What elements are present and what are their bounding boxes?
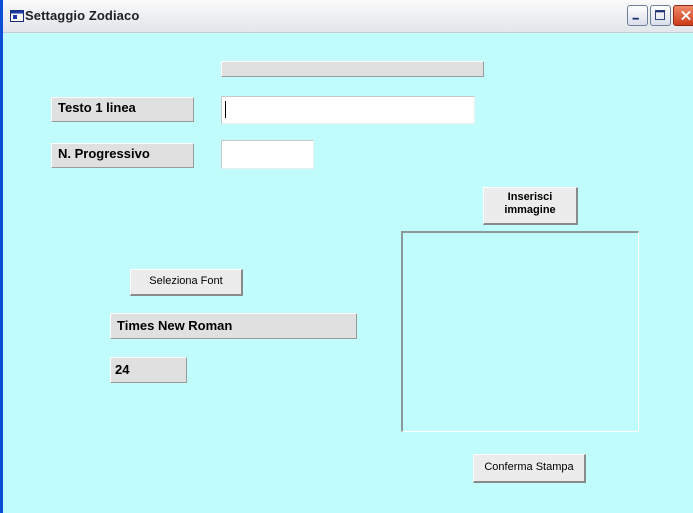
insert-image-label-1: Inserisci	[507, 191, 553, 203]
text-line-label: Testo 1 linea	[51, 97, 194, 122]
title-bar[interactable]: Settaggio Zodiaco	[3, 0, 693, 33]
maximize-icon	[655, 10, 666, 21]
close-button[interactable]	[673, 5, 693, 26]
app-window-icon	[10, 10, 24, 22]
maximize-button[interactable]	[650, 5, 671, 26]
confirm-print-button[interactable]: Conferma Stampa	[473, 454, 586, 483]
insert-image-button[interactable]: Inserisci immagine	[483, 187, 578, 225]
select-font-button[interactable]: Seleziona Font	[130, 269, 243, 296]
insert-image-label-2: immagine	[504, 204, 556, 216]
progressive-label: N. Progressivo	[51, 143, 194, 168]
close-icon	[681, 10, 691, 21]
text-line-field[interactable]	[221, 96, 475, 124]
main-window: Settaggio Zodiaco Testo 1 linea N. Progr…	[0, 0, 693, 513]
text-cursor	[225, 101, 226, 118]
window-title: Settaggio Zodiaco	[25, 8, 140, 23]
minimize-button[interactable]	[627, 5, 648, 26]
font-size-display: 24	[110, 357, 187, 383]
progressive-field[interactable]	[221, 140, 314, 169]
form-area: Testo 1 linea N. Progressivo Inserisci i…	[3, 33, 693, 513]
top-status-bar	[221, 61, 484, 77]
image-preview-box[interactable]	[401, 231, 639, 432]
minimize-icon	[632, 17, 639, 20]
font-name-display: Times New Roman	[110, 313, 357, 339]
progressive-input[interactable]	[222, 141, 313, 168]
